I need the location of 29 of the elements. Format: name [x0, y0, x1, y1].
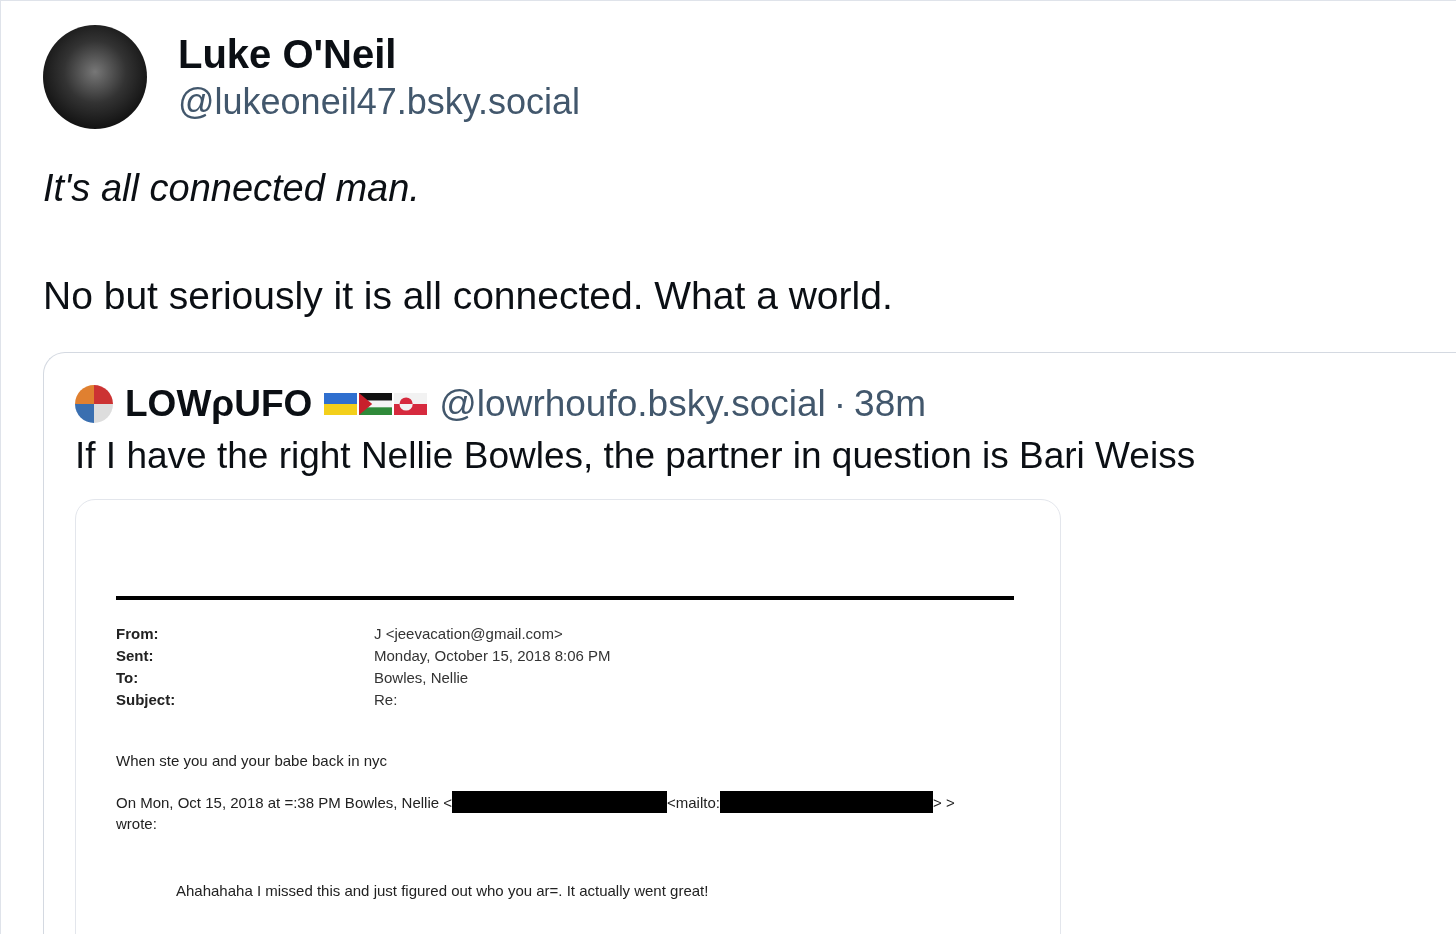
email-quote-text: > >	[932, 793, 955, 811]
flag-icon	[394, 393, 428, 415]
email-quote-text: wrote:	[116, 815, 158, 832]
flag-icon	[324, 393, 358, 415]
email-document-image[interactable]	[75, 499, 1061, 934]
email-body-text: When ste you and your babe back in nyc	[116, 752, 388, 769]
email-quote-text: <mailto:	[667, 793, 720, 811]
email-header-label: Sent:	[116, 647, 155, 664]
avatar-photo-placeholder	[75, 385, 113, 423]
email-header-value: Bowles, Nellie	[374, 669, 470, 686]
post-time: 38m	[854, 383, 927, 425]
quoted-author-handle: @lowrhoufo.bsky.social	[439, 383, 826, 425]
email-header-value: J <jeevacation@gmail.com>	[374, 625, 564, 642]
quoted-post-card[interactable]	[43, 352, 1456, 934]
email-quote-text: On Mon, Oct 15, 2018 at =:38 PM Bowles, Nellie <	[116, 793, 452, 811]
author-handle[interactable]: @lukeoneil47.bsky.social	[178, 80, 581, 123]
post-text: It's all connected man.	[43, 167, 421, 210]
email-reply-text: Ahahahaha I missed this and just figured out who you ar=. It actually went great!	[176, 882, 710, 899]
quoted-author-name: LOWρUFO	[125, 383, 313, 425]
author-name[interactable]: Luke O'Neil	[178, 31, 581, 77]
post-text: No but seriously it is all connected. What a world.	[43, 274, 894, 318]
email-header-label: Subject:	[116, 691, 177, 708]
email-header-value: Monday, October 15, 2018 8:06 PM	[374, 647, 612, 664]
email-header-label: To:	[116, 669, 140, 686]
quoted-post-text: If I have the right Nellie Bowles, the partner in question is Bari Weiss	[75, 435, 1197, 477]
separator-dot: ·	[833, 383, 847, 425]
flag-icon	[359, 393, 393, 415]
email-header-label: From:	[116, 625, 160, 642]
email-header-value: Re:	[374, 691, 399, 708]
